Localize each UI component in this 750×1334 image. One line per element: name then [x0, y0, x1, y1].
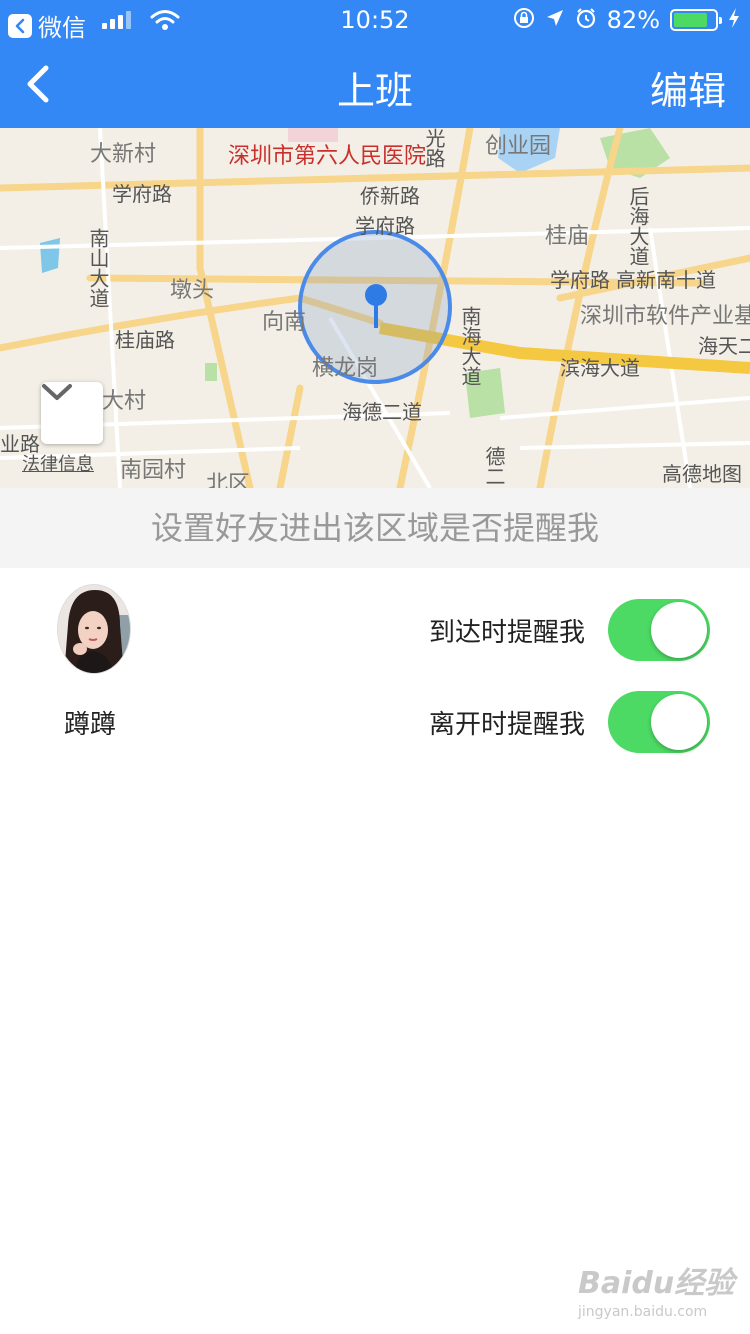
avatar[interactable] — [57, 584, 131, 674]
battery-icon — [670, 9, 722, 31]
map-view[interactable]: 深圳市第六人民医院 大新村 学府路 侨新路 学府路 创业园 桂庙 学府路 高新南… — [0, 128, 750, 488]
map-label-dacun: 大村 — [102, 389, 147, 414]
toggle-knob — [651, 694, 707, 750]
page-title: 上班 — [336, 69, 413, 113]
map-label-guangming: 光路 — [422, 128, 446, 168]
arrive-reminder-toggle[interactable] — [608, 599, 710, 661]
map-label-xuefulu-mid: 学府路 — [355, 214, 415, 238]
map-label-guimiao: 桂庙 — [545, 224, 590, 249]
map-label-dunwei: 墩头 — [170, 278, 215, 303]
avatar-image — [58, 585, 130, 673]
map-label-chuangyeyuan: 创业园 — [485, 134, 552, 159]
map-label-houhaidadao: 后海大道 — [626, 186, 650, 266]
rotation-lock-icon — [513, 7, 535, 33]
friend-name: 蹲蹲 — [64, 710, 117, 740]
charging-icon — [728, 7, 740, 33]
location-arrow-icon — [545, 8, 565, 32]
watermark: Baidu经验 jingyan.baidu.com — [578, 1258, 734, 1320]
map-label-nanyuancun: 南园村 — [120, 458, 187, 483]
map-label-nanshandadao: 南山大道 — [86, 228, 110, 308]
map-label-gaoxinnan: 高新南十道 — [616, 268, 716, 292]
map-label-hospital: 深圳市第六人民医院 — [228, 144, 427, 169]
edit-button[interactable]: 编辑 — [650, 60, 726, 115]
map-label-xuefulu: 学府路 — [112, 182, 172, 206]
watermark-title: Baidu经验 — [578, 1266, 735, 1301]
map-label-henglonggang: 横龙岗 — [312, 356, 379, 381]
map-label-haitian: 海天二 — [698, 334, 750, 358]
battery-percent: 82% — [606, 6, 660, 34]
collapse-map-button[interactable] — [41, 382, 103, 444]
nav-bar: 上班 编辑 — [0, 40, 750, 128]
arrive-reminder-label: 到达时提醒我 — [428, 618, 585, 648]
watermark-sub: jingyan.baidu.com — [578, 1304, 708, 1320]
geofence-hint: 设置好友进出该区域是否提醒我 — [0, 488, 750, 568]
map-label-daxincun: 大新村 — [90, 142, 157, 167]
map-label-qiaoxinlu: 侨新路 — [360, 184, 420, 208]
map-label-nanhaidadao: 南海大道 — [458, 306, 482, 386]
legal-info-link[interactable]: 法律信息 — [22, 450, 94, 476]
map-label-guimiaolu: 桂庙路 — [115, 328, 175, 352]
toggle-knob — [651, 602, 707, 658]
battery-level — [674, 13, 707, 27]
leave-reminder-label: 离开时提醒我 — [428, 710, 585, 740]
leave-reminder-toggle[interactable] — [608, 691, 710, 753]
map-label-haide: 海德二道 — [342, 400, 422, 424]
map-label-xiangnan: 向南 — [262, 310, 307, 335]
map-label-deer: 德二 — [482, 446, 506, 486]
alarm-icon — [575, 7, 597, 33]
map-label-software-park: 深圳市软件产业基 — [580, 304, 750, 329]
chevron-left-icon — [27, 65, 49, 103]
map-label-beiqu: 北区 — [206, 472, 251, 488]
back-button[interactable] — [22, 62, 62, 106]
chevron-down-icon — [42, 384, 72, 400]
map-label-binhai: 滨海大道 — [560, 356, 640, 380]
map-label-xuefulu-right: 学府路 — [550, 268, 610, 292]
status-bar: 微信 10:52 82% — [0, 0, 750, 42]
map-provider-logo: 高德地图 — [662, 462, 742, 486]
